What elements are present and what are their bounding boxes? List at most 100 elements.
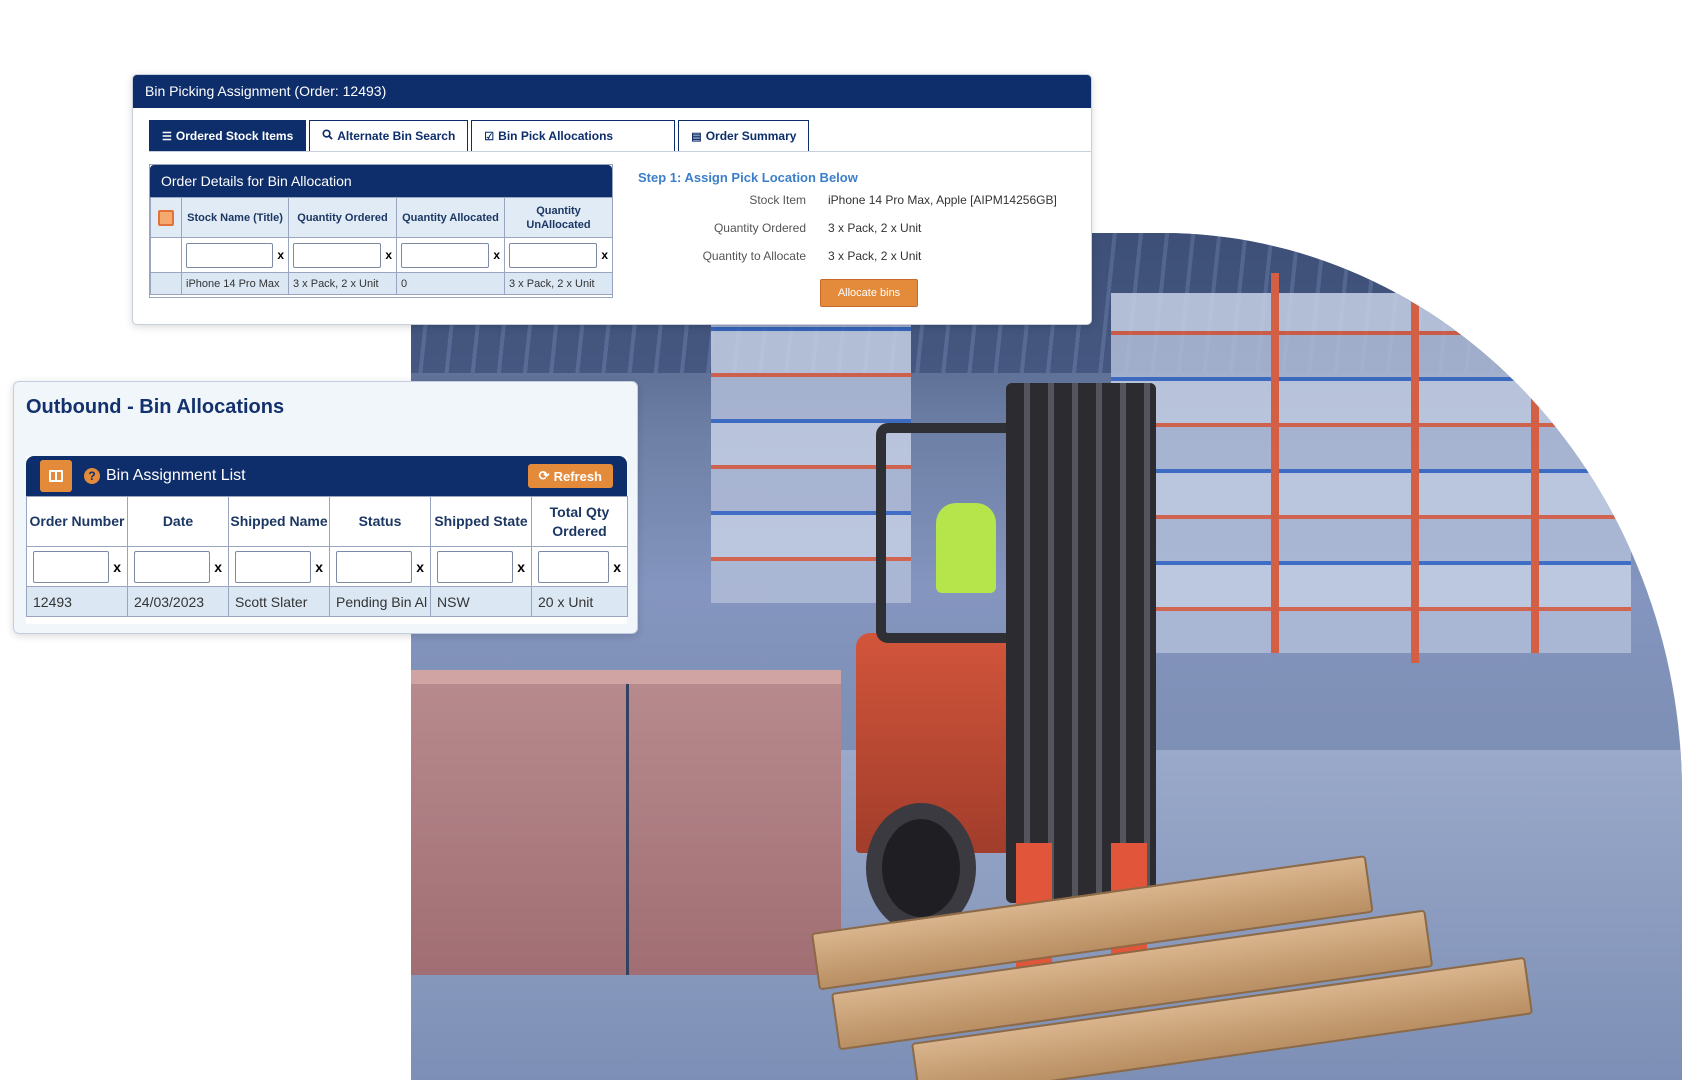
column-chooser-cell (150, 197, 182, 238)
help-icon[interactable]: ? (84, 468, 100, 484)
filter-input-total-qty[interactable] (538, 550, 610, 583)
rack-post (1271, 273, 1279, 653)
filter-input-date[interactable] (134, 550, 211, 583)
filter-input-quantity-unallocated[interactable] (509, 242, 598, 268)
stock-item-label: Stock Item (749, 193, 806, 207)
clear-filter-button[interactable]: x (493, 248, 500, 262)
filter-input-status[interactable] (336, 550, 413, 583)
refresh-icon: ⟳ (538, 468, 550, 483)
bin-assignment-table: Order Number Date Shipped Name Status Sh… (26, 496, 628, 617)
filter-cell: x (430, 546, 532, 587)
filter-cell: x (228, 546, 330, 587)
filter-spacer (150, 237, 182, 273)
bin-assignment-list-title: Bin Assignment List (106, 467, 246, 484)
tab-order-summary[interactable]: ▤ Order Summary (678, 120, 810, 151)
table-cell: iPhone 14 Pro Max (181, 272, 289, 295)
column-header[interactable]: Status (329, 496, 431, 547)
forklift-driver (936, 503, 996, 593)
filter-input-stock-name[interactable] (186, 242, 274, 268)
panel-title: Bin Picking Assignment (Order: 12493) (133, 75, 1091, 108)
tab-bin-pick-allocations[interactable]: ☑ Bin Pick Allocations (471, 120, 676, 151)
table-row[interactable]: 12493 24/03/2023 Scott Slater Pending Bi… (26, 586, 628, 617)
pallet-crate (411, 670, 841, 975)
calendar-icon: ▤ (691, 130, 702, 143)
pallet-rack (1111, 293, 1631, 653)
columns-icon (49, 470, 63, 482)
step-title: Step 1: Assign Pick Location Below (638, 170, 858, 185)
tab-ordered-stock-items[interactable]: ☰ Ordered Stock Items (149, 120, 307, 151)
filter-input-quantity-allocated[interactable] (401, 242, 490, 268)
table-cell: 3 x Pack, 2 x Unit (504, 272, 613, 295)
clear-filter-button[interactable]: x (613, 559, 621, 575)
tab-alternate-bin-search[interactable]: Alternate Bin Search (309, 120, 469, 151)
stock-item-value: iPhone 14 Pro Max, Apple [AIPM14256GB] (828, 193, 1057, 207)
clear-filter-button[interactable]: x (601, 248, 608, 262)
column-header[interactable]: Date (127, 496, 229, 547)
column-header[interactable]: Shipped Name (228, 496, 330, 547)
table-cell: 24/03/2023 (127, 586, 229, 617)
quantity-to-allocate-label: Quantity to Allocate (702, 249, 806, 263)
warehouse-forklift-photo (411, 233, 1682, 1080)
rack-post (1531, 283, 1539, 653)
refresh-button[interactable]: ⟳ Refresh (527, 464, 613, 488)
filter-cell: x (127, 546, 229, 587)
column-header[interactable]: Shipped State (430, 496, 532, 547)
clear-filter-button[interactable]: x (517, 559, 525, 575)
filter-input-shipped-state[interactable] (437, 550, 514, 583)
column-header[interactable]: Stock Name (Title) (181, 197, 289, 238)
filter-input-order-number[interactable] (33, 550, 110, 583)
table-cell: 0 (396, 272, 505, 295)
assign-pick-location-section: Step 1: Assign Pick Location Below Stock… (638, 170, 1088, 263)
row-spacer (150, 272, 182, 295)
column-chooser-icon[interactable] (158, 209, 174, 226)
column-chooser-button[interactable] (40, 460, 72, 492)
search-icon (322, 129, 333, 143)
quantity-to-allocate-value: 3 x Pack, 2 x Unit (828, 249, 922, 263)
order-details-table: Stock Name (Title) Quantity Ordered Quan… (150, 197, 613, 295)
filter-cell: x (396, 237, 505, 273)
stock-item-row: Stock Item iPhone 14 Pro Max, Apple [AIP… (638, 193, 1088, 207)
column-header[interactable]: Total Qty Ordered (531, 496, 628, 547)
column-header[interactable]: Order Number (26, 496, 128, 547)
clear-filter-button[interactable]: x (315, 559, 323, 575)
filter-cell: x (329, 546, 431, 587)
bin-assignment-list-header: ? Bin Assignment List ⟳ Refresh (26, 456, 627, 496)
clear-filter-button[interactable]: x (385, 248, 392, 262)
table-cell: 12493 (26, 586, 128, 617)
filter-cell: x (504, 237, 613, 273)
column-header[interactable]: Quantity Allocated (396, 197, 505, 238)
table-row[interactable]: iPhone 14 Pro Max 3 x Pack, 2 x Unit 0 3… (150, 272, 613, 295)
filter-input-shipped-name[interactable] (235, 550, 312, 583)
table-cell: Scott Slater (228, 586, 330, 617)
tab-bar: ☰ Ordered Stock Items Alternate Bin Sear… (149, 120, 1091, 152)
page-title: Outbound - Bin Allocations (26, 396, 285, 418)
filter-cell: x (288, 237, 397, 273)
allocate-bins-button[interactable]: Allocate bins (820, 279, 918, 307)
clear-filter-button[interactable]: x (416, 559, 424, 575)
quantity-ordered-row: Quantity Ordered 3 x Pack, 2 x Unit (638, 221, 1088, 235)
filter-cell: x (26, 546, 128, 587)
column-header[interactable]: Quantity UnAllocated (504, 197, 613, 238)
filter-input-quantity-ordered[interactable] (293, 242, 382, 268)
outbound-bin-allocations-panel: Outbound - Bin Allocations ? Bin Assignm… (13, 381, 638, 634)
order-details-grid: Order Details for Bin Allocation Stock N… (149, 164, 613, 298)
table-cell: 3 x Pack, 2 x Unit (288, 272, 397, 295)
bin-picking-assignment-panel: Bin Picking Assignment (Order: 12493) ☰ … (132, 74, 1092, 325)
quantity-ordered-label: Quantity Ordered (713, 221, 806, 235)
list-icon: ☰ (162, 130, 172, 143)
rack-post (1411, 263, 1419, 663)
order-details-title: Order Details for Bin Allocation (150, 165, 612, 197)
clear-filter-button[interactable]: x (277, 248, 284, 262)
quantity-ordered-value: 3 x Pack, 2 x Unit (828, 221, 922, 235)
clear-filter-button[interactable]: x (214, 559, 222, 575)
checkbox-icon: ☑ (484, 130, 495, 143)
filter-cell: x (531, 546, 628, 587)
column-header[interactable]: Quantity Ordered (288, 197, 397, 238)
bin-assignment-list-grid: ? Bin Assignment List ⟳ Refresh Order Nu… (26, 456, 628, 624)
table-cell: 20 x Unit (531, 586, 628, 617)
forklift (856, 383, 1166, 973)
quantity-to-allocate-row: Quantity to Allocate 3 x Pack, 2 x Unit (638, 249, 1088, 263)
clear-filter-button[interactable]: x (113, 559, 121, 575)
table-cell: Pending Bin Al (329, 586, 431, 617)
filter-cell: x (181, 237, 289, 273)
